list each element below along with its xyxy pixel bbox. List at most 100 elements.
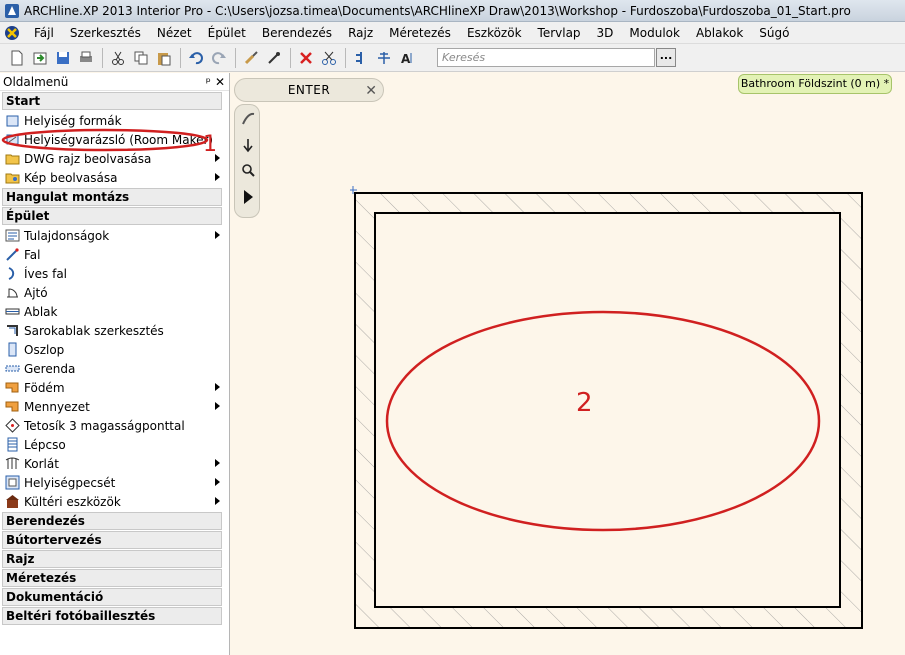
text-icon[interactable]: A xyxy=(396,47,418,69)
sidebar-item-image-import[interactable]: Kép beolvasása xyxy=(0,168,222,187)
menu-windows[interactable]: Ablakok xyxy=(688,22,751,44)
sidebar-item-label: DWG rajz beolvasása xyxy=(24,151,152,166)
beam-icon xyxy=(5,365,20,372)
menu-building[interactable]: Épület xyxy=(200,22,254,44)
properties-icon xyxy=(5,229,20,242)
sidebar-item-window[interactable]: Ablak xyxy=(0,302,222,321)
section-interior-photo-matching[interactable]: Beltéri fotóbaillesztés xyxy=(2,607,222,625)
zoom-icon[interactable] xyxy=(240,162,256,178)
scissors-icon[interactable] xyxy=(318,47,340,69)
door-icon xyxy=(7,288,18,298)
brush-icon[interactable] xyxy=(240,47,262,69)
app-menu-icon[interactable] xyxy=(4,25,20,41)
sidebar-item-stair[interactable]: Lépcso xyxy=(0,435,222,454)
menu-file[interactable]: Fájl xyxy=(26,22,62,44)
grid-icon[interactable] xyxy=(373,47,395,69)
stair-icon xyxy=(7,437,18,452)
sidebar-item-ceiling[interactable]: Mennyezet xyxy=(0,397,222,416)
enter-label: ENTER xyxy=(287,83,331,97)
sidebar-item-label: Mennyezet xyxy=(24,399,90,414)
undo-icon[interactable] xyxy=(185,47,207,69)
sidebar-item-dwg-import[interactable]: DWG rajz beolvasása xyxy=(0,149,222,168)
menu-tools[interactable]: Eszközök xyxy=(459,22,530,44)
section-start[interactable]: Start xyxy=(2,92,222,110)
paste-icon[interactable] xyxy=(153,47,175,69)
sidebar-item-curved-wall[interactable]: Íves fal xyxy=(0,264,222,283)
sidebar-header: Oldalmenü ᵖ ✕ xyxy=(0,73,229,91)
copy-icon[interactable] xyxy=(130,47,152,69)
menu-furnishing[interactable]: Berendezés xyxy=(254,22,340,44)
sidebar-item-wall[interactable]: Fal xyxy=(0,245,222,264)
sidebar-item-column[interactable]: Oszlop xyxy=(0,340,222,359)
section-drawing[interactable]: Rajz xyxy=(2,550,222,568)
sidebar-item-label: Kép beolvasása xyxy=(24,170,118,185)
redo-icon[interactable] xyxy=(208,47,230,69)
save-icon[interactable] xyxy=(52,47,74,69)
svg-text:A: A xyxy=(401,52,411,66)
close-icon[interactable]: ✕ xyxy=(215,75,225,89)
sidebar-item-room-maker[interactable]: Helyiségvarázsló (Room Maker) xyxy=(0,130,222,149)
sidebar-item-label: Helyiségpecsét xyxy=(24,475,116,490)
delete-icon[interactable] xyxy=(295,47,317,69)
command-bar[interactable]: ENTER ✕ xyxy=(234,78,384,102)
sidebar-item-label: Helyiség formák xyxy=(24,113,122,128)
play-icon[interactable] xyxy=(240,189,256,205)
sidebar-item-label: Ajtó xyxy=(24,285,48,300)
open-icon[interactable] xyxy=(29,47,51,69)
menu-drawing[interactable]: Rajz xyxy=(340,22,381,44)
column-icon xyxy=(8,342,17,357)
sidebar-item-outdoor-tools[interactable]: Kültéri eszközök xyxy=(0,492,222,511)
pin-icon[interactable]: ᵖ xyxy=(206,75,211,89)
room-maker-icon xyxy=(6,134,19,145)
sidebar-item-room-shapes[interactable]: Helyiség formák xyxy=(0,111,222,130)
floor-level-tab[interactable]: Bathroom Földszint (0 m) * xyxy=(738,74,892,94)
sidebar-item-corner-window[interactable]: Sarokablak szerkesztés xyxy=(0,321,222,340)
cut-icon[interactable] xyxy=(107,47,129,69)
drawing-canvas[interactable] xyxy=(231,73,905,655)
menu-dimensioning[interactable]: Méretezés xyxy=(381,22,459,44)
sidebar-title: Oldalmenü xyxy=(3,74,69,89)
sidebar-item-railing[interactable]: Korlát xyxy=(0,454,222,473)
search-options-button[interactable]: ... xyxy=(656,48,676,67)
submenu-arrow-icon xyxy=(215,173,220,181)
sidebar-item-room-stamp[interactable]: Helyiségpecsét xyxy=(0,473,222,492)
sidebar-item-beam[interactable]: Gerenda xyxy=(0,359,222,378)
section-building[interactable]: Épület xyxy=(2,207,222,225)
section-furniture-design[interactable]: Bútortervezés xyxy=(2,531,222,549)
align-icon[interactable] xyxy=(350,47,372,69)
sidebar-item-properties[interactable]: Tulajdonságok xyxy=(0,226,222,245)
submenu-arrow-icon xyxy=(215,154,220,162)
room-stamp-icon xyxy=(5,475,20,490)
command-bar-close-icon[interactable]: ✕ xyxy=(365,83,377,99)
new-icon[interactable] xyxy=(6,47,28,69)
corner-window-icon xyxy=(7,325,18,336)
menu-modules[interactable]: Modulok xyxy=(621,22,688,44)
sidebar-item-label: Sarokablak szerkesztés xyxy=(24,323,164,338)
room-shape-icon xyxy=(6,115,19,127)
menu-view[interactable]: Nézet xyxy=(149,22,200,44)
arrow-down-icon[interactable] xyxy=(240,137,256,153)
section-dimensioning[interactable]: Méretezés xyxy=(2,569,222,587)
pen-icon[interactable] xyxy=(240,111,256,127)
sidebar-item-slab[interactable]: Födém xyxy=(0,378,222,397)
menu-edit[interactable]: Szerkesztés xyxy=(62,22,149,44)
sidebar-item-door[interactable]: Ajtó xyxy=(0,283,222,302)
window-icon xyxy=(5,308,20,315)
section-mood-montage[interactable]: Hangulat montázs xyxy=(2,188,222,206)
eyedropper-icon[interactable] xyxy=(263,47,285,69)
submenu-arrow-icon xyxy=(215,231,220,239)
sidebar-item-label: Korlát xyxy=(24,456,59,471)
toolbar-separator xyxy=(102,47,103,68)
sidebar-item-roof-plane[interactable]: Tetosík 3 magasságponttal xyxy=(0,416,222,435)
menu-3d[interactable]: 3D xyxy=(589,22,622,44)
sidebar-item-label: Gerenda xyxy=(24,361,76,376)
print-icon[interactable] xyxy=(75,47,97,69)
section-furnishing[interactable]: Berendezés xyxy=(2,512,222,530)
search-input[interactable] xyxy=(437,48,655,67)
menu-layout[interactable]: Tervlap xyxy=(530,22,589,44)
dwg-import-icon xyxy=(5,154,20,165)
menu-help[interactable]: Súgó xyxy=(751,22,797,44)
submenu-arrow-icon xyxy=(215,497,220,505)
sidebar-item-label: Tetosík 3 magasságponttal xyxy=(24,418,185,433)
section-documentation[interactable]: Dokumentáció xyxy=(2,588,222,606)
